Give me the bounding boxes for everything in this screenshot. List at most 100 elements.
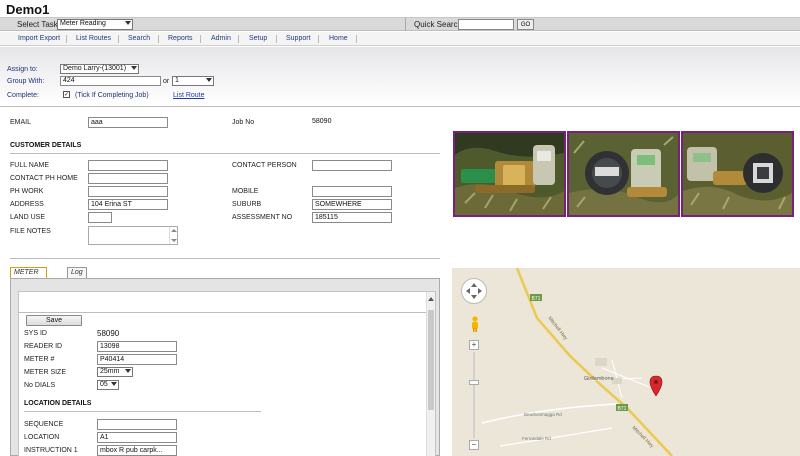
chevron-up-icon [171,229,177,232]
zoom-slider-track[interactable] [473,352,475,438]
chevron-down-icon [125,369,131,373]
location-input[interactable]: A1 [97,432,177,443]
no-dials-label: No DIALS [24,382,56,389]
panel-divider [19,312,427,313]
pan-arrows-icon [466,283,482,299]
menu-admin[interactable]: Admin [211,35,231,42]
meter-details-scroll-area[interactable]: Save SYS ID 58090 READER ID 13098 METER … [18,291,436,456]
group-alt-dropdown[interactable]: 1 [172,76,214,86]
section-divider [10,258,440,259]
group-alt-value: 1 [175,77,179,84]
group-with-label: Group With: [7,78,45,85]
menu-list-routes[interactable]: List Routes [76,35,111,42]
contact-person-label: CONTACT PERSON [232,162,297,169]
chevron-down-icon [171,239,177,242]
full-name-input[interactable] [88,160,168,171]
menu-home[interactable]: Home [329,35,348,42]
zoom-in-button[interactable]: + [469,340,479,350]
address-input[interactable]: 104 Erina ST [88,199,168,210]
menu-search[interactable]: Search [128,35,150,42]
suburb-input[interactable]: SOMEWHERE [312,199,392,210]
save-button[interactable]: Save [26,315,82,326]
meter-size-dropdown[interactable]: 25mm [97,367,133,377]
menu-setup[interactable]: Setup [249,35,267,42]
menu-support[interactable]: Support [286,35,311,42]
ph-work-input[interactable] [88,186,168,197]
zoom-slider-thumb[interactable] [469,380,479,385]
chevron-down-icon [111,382,117,386]
textarea-scrollbar[interactable] [169,227,177,244]
location-details-heading: LOCATION DETAILS [24,400,92,407]
road-shield-1-text: B71 [532,296,541,302]
zoom-out-button[interactable]: − [469,440,479,450]
instruction-input[interactable]: mbox R pub carpk... [97,445,177,456]
location-map[interactable]: B71 B71 Mitchell Hwy Mitchell Hwy Girila… [452,268,800,456]
sys-id-value: 58090 [97,329,120,338]
group-with-input[interactable]: 424 [60,76,161,86]
email-input[interactable]: aaa [88,117,168,128]
menu-separator [158,35,159,43]
taskbar-divider [405,18,406,31]
go-button[interactable]: GO [517,19,534,30]
panel-scrollbar[interactable] [426,292,435,456]
land-use-label: LAND USE [10,214,46,221]
menu-separator [118,35,119,43]
full-name-label: FULL NAME [10,162,50,169]
quick-search-input[interactable] [458,19,514,30]
menu-separator [200,35,201,43]
file-notes-label: FILE NOTES [10,228,51,235]
job-no-value: 58090 [312,118,332,125]
assign-to-dropdown[interactable]: Demo Larry-(13001) [60,64,139,74]
app-title: Demo1 [6,2,50,17]
sequence-label: SEQUENCE [24,421,64,428]
complete-label: Complete: [7,92,39,99]
or-label: or [163,78,170,85]
select-task-dropdown[interactable]: Meter Reading [57,19,133,30]
assessment-no-label: ASSESSMENT NO [232,214,293,221]
minor-road-2-label: Ferrandale Rd [522,436,551,441]
location-label: LOCATION [24,434,60,441]
sequence-input[interactable] [97,419,177,430]
scrollbar-thumb[interactable] [428,310,434,410]
tab-log[interactable]: Log [67,267,87,278]
meter-photo-3[interactable] [681,131,794,217]
reader-id-input[interactable]: 13098 [97,341,177,352]
meter-no-input[interactable]: P40414 [97,354,177,365]
list-route-link[interactable]: List Route [173,92,205,99]
contact-ph-home-label: CONTACT PH HOME [10,175,78,182]
mobile-input[interactable] [312,186,392,197]
tab-meter-details[interactable]: METER DETAILS [10,267,47,285]
contact-person-input[interactable] [312,160,392,171]
menu-separator [66,35,67,43]
road-shield-2-text: B71 [618,406,627,412]
land-use-input[interactable] [88,212,112,223]
no-dials-value: 05 [100,381,108,388]
menu-import-export[interactable]: Import Export [18,35,60,42]
email-label: EMAIL [10,119,32,126]
job-no-label: Job No [232,119,255,126]
street-view-pegman-icon[interactable] [470,316,480,332]
meter-photo-2[interactable] [567,131,680,217]
assessment-no-input[interactable]: 185115 [312,212,392,223]
customer-details-heading: CUSTOMER DETAILS [10,142,82,149]
task-bar: Select Task: Meter Reading Quick Search:… [0,17,800,31]
menu-separator [238,35,239,43]
chevron-up-icon [428,297,434,301]
complete-checkbox[interactable]: ✓ [63,91,70,98]
assign-to-value: Demo Larry-(13001) [63,65,127,72]
contact-ph-home-input[interactable] [88,173,168,184]
town-block [595,358,607,366]
map-pan-control[interactable] [461,278,487,304]
complete-hint: (Tick If Completing Job) [75,92,149,99]
meter-size-value: 25mm [100,368,120,375]
meter-size-label: METER SIZE [24,369,67,376]
divider [0,106,800,107]
file-notes-textarea[interactable] [88,226,178,245]
select-task-label: Select Task: [17,20,60,29]
no-dials-dropdown[interactable]: 05 [97,380,119,390]
quick-search-label: Quick Search: [414,20,465,29]
meter-photo-1[interactable] [453,131,566,217]
reader-id-label: READER ID [24,343,63,350]
menu-separator [356,35,357,43]
menu-reports[interactable]: Reports [168,35,193,42]
